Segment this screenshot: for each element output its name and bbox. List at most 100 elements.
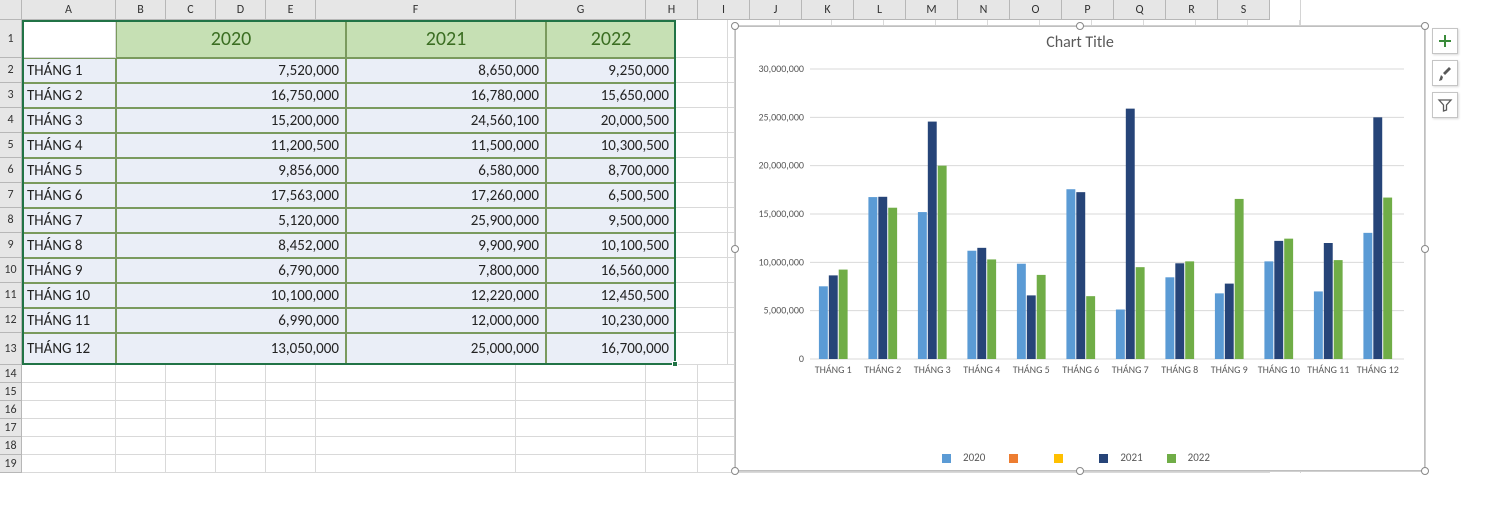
chart-resize-handle[interactable] bbox=[731, 467, 739, 475]
bar-2021-5[interactable] bbox=[1027, 295, 1036, 359]
cell-B15[interactable] bbox=[116, 383, 166, 401]
chart-resize-handle[interactable] bbox=[731, 245, 739, 253]
bar-2022-5[interactable] bbox=[1037, 275, 1046, 359]
row-header-10[interactable]: 10 bbox=[0, 258, 22, 283]
cell-2022-5[interactable]: 8,700,000 bbox=[546, 158, 676, 183]
chart-legend[interactable]: 202020212022 bbox=[736, 451, 1424, 464]
bar-2022-8[interactable] bbox=[1185, 261, 1194, 359]
chart-resize-handle[interactable] bbox=[1421, 245, 1429, 253]
cell-H7[interactable] bbox=[676, 183, 728, 208]
cell-2021-6[interactable]: 17,260,000 bbox=[346, 183, 546, 208]
col-header-Q[interactable]: Q bbox=[1114, 0, 1166, 20]
cell-H16[interactable] bbox=[646, 401, 698, 419]
cell-2021-9[interactable]: 7,800,000 bbox=[346, 258, 546, 283]
cell-E15[interactable] bbox=[266, 383, 316, 401]
bar-2021-2[interactable] bbox=[878, 197, 887, 359]
row-header-12[interactable]: 12 bbox=[0, 308, 22, 333]
cell-2021-5[interactable]: 6,580,000 bbox=[346, 158, 546, 183]
cell-E19[interactable] bbox=[266, 455, 316, 473]
cell-C18[interactable] bbox=[166, 437, 216, 455]
cell-H5[interactable] bbox=[676, 133, 728, 158]
cell-G18[interactable] bbox=[516, 437, 646, 455]
bar-2020-12[interactable] bbox=[1363, 233, 1372, 359]
chart-filters-button[interactable] bbox=[1432, 92, 1458, 118]
bar-2022-4[interactable] bbox=[987, 259, 996, 359]
row-header-15[interactable]: 15 bbox=[0, 383, 22, 401]
row-header-1[interactable]: 1 bbox=[0, 20, 22, 58]
cell-E16[interactable] bbox=[266, 401, 316, 419]
cell-month-2[interactable]: THÁNG 2 bbox=[22, 83, 116, 108]
bar-2020-11[interactable] bbox=[1314, 291, 1323, 359]
cell-A17[interactable] bbox=[22, 419, 116, 437]
cell-2020-4[interactable]: 11,200,500 bbox=[116, 133, 346, 158]
bar-2021-10[interactable] bbox=[1274, 241, 1283, 359]
cell-F16[interactable] bbox=[316, 401, 516, 419]
cell-2020-10[interactable]: 10,100,000 bbox=[116, 283, 346, 308]
bar-2021-8[interactable] bbox=[1175, 263, 1184, 359]
cell-B17[interactable] bbox=[116, 419, 166, 437]
cell-H11[interactable] bbox=[676, 283, 728, 308]
cell-A18[interactable] bbox=[22, 437, 116, 455]
cell-2022-12[interactable]: 16,700,000 bbox=[546, 333, 676, 365]
col-header-H[interactable]: H bbox=[646, 0, 698, 20]
cell-2022-3[interactable]: 20,000,500 bbox=[546, 108, 676, 133]
cell-H4[interactable] bbox=[676, 108, 728, 133]
bar-2022-12[interactable] bbox=[1383, 198, 1392, 359]
cell-month-7[interactable]: THÁNG 7 bbox=[22, 208, 116, 233]
cell-C19[interactable] bbox=[166, 455, 216, 473]
col-header-F[interactable]: F bbox=[316, 0, 516, 20]
cell-A16[interactable] bbox=[22, 401, 116, 419]
cell-D15[interactable] bbox=[216, 383, 266, 401]
legend-item-2[interactable] bbox=[1054, 451, 1083, 464]
bar-2022-10[interactable] bbox=[1284, 239, 1293, 359]
cell-H10[interactable] bbox=[676, 258, 728, 283]
chart-title[interactable]: Chart Title bbox=[736, 27, 1424, 54]
cell-G16[interactable] bbox=[516, 401, 646, 419]
cell-month-12[interactable]: THÁNG 12 bbox=[22, 333, 116, 365]
cell-2020-11[interactable]: 6,990,000 bbox=[116, 308, 346, 333]
cell-year-2021[interactable]: 2021 bbox=[346, 20, 546, 58]
cell-F14[interactable] bbox=[316, 365, 516, 383]
col-header-R[interactable]: R bbox=[1166, 0, 1218, 20]
chart-resize-handle[interactable] bbox=[1076, 22, 1084, 30]
bar-2020-9[interactable] bbox=[1215, 293, 1224, 359]
row-header-18[interactable]: 18 bbox=[0, 437, 22, 455]
chart-resize-handle[interactable] bbox=[1421, 22, 1429, 30]
cell-2020-2[interactable]: 16,750,000 bbox=[116, 83, 346, 108]
cell-B14[interactable] bbox=[116, 365, 166, 383]
row-header-11[interactable]: 11 bbox=[0, 283, 22, 308]
cell-2020-8[interactable]: 8,452,000 bbox=[116, 233, 346, 258]
col-header-L[interactable]: L bbox=[854, 0, 906, 20]
bar-2020-5[interactable] bbox=[1017, 264, 1026, 359]
bar-2021-4[interactable] bbox=[977, 248, 986, 359]
bar-2022-1[interactable] bbox=[839, 270, 848, 359]
bar-2022-9[interactable] bbox=[1235, 199, 1244, 359]
cell-2022-8[interactable]: 10,100,500 bbox=[546, 233, 676, 258]
chart-plot-area[interactable]: 05,000,00010,000,00015,000,00020,000,000… bbox=[810, 63, 1410, 393]
cell-H14[interactable] bbox=[646, 365, 698, 383]
cell-2020-5[interactable]: 9,856,000 bbox=[116, 158, 346, 183]
chart-resize-handle[interactable] bbox=[1076, 467, 1084, 475]
row-header-16[interactable]: 16 bbox=[0, 401, 22, 419]
row-header-3[interactable]: 3 bbox=[0, 83, 22, 108]
cell-H12[interactable] bbox=[676, 308, 728, 333]
cell-C16[interactable] bbox=[166, 401, 216, 419]
bar-2020-4[interactable] bbox=[967, 251, 976, 359]
cell-2022-11[interactable]: 10,230,000 bbox=[546, 308, 676, 333]
row-header-8[interactable]: 8 bbox=[0, 208, 22, 233]
cell-A1[interactable] bbox=[22, 20, 116, 58]
cell-G14[interactable] bbox=[516, 365, 646, 383]
cell-2021-7[interactable]: 25,900,000 bbox=[346, 208, 546, 233]
col-header-M[interactable]: M bbox=[906, 0, 958, 20]
legend-item-3[interactable]: 2021 bbox=[1099, 451, 1150, 464]
cell-month-5[interactable]: THÁNG 5 bbox=[22, 158, 116, 183]
cell-2022-4[interactable]: 10,300,500 bbox=[546, 133, 676, 158]
cell-month-1[interactable]: THÁNG 1 bbox=[22, 58, 116, 83]
col-header-N[interactable]: N bbox=[958, 0, 1010, 20]
cell-2022-7[interactable]: 9,500,000 bbox=[546, 208, 676, 233]
legend-item-0[interactable]: 2020 bbox=[942, 451, 993, 464]
cell-2021-1[interactable]: 8,650,000 bbox=[346, 58, 546, 83]
col-header-K[interactable]: K bbox=[802, 0, 854, 20]
cell-F18[interactable] bbox=[316, 437, 516, 455]
cell-G15[interactable] bbox=[516, 383, 646, 401]
